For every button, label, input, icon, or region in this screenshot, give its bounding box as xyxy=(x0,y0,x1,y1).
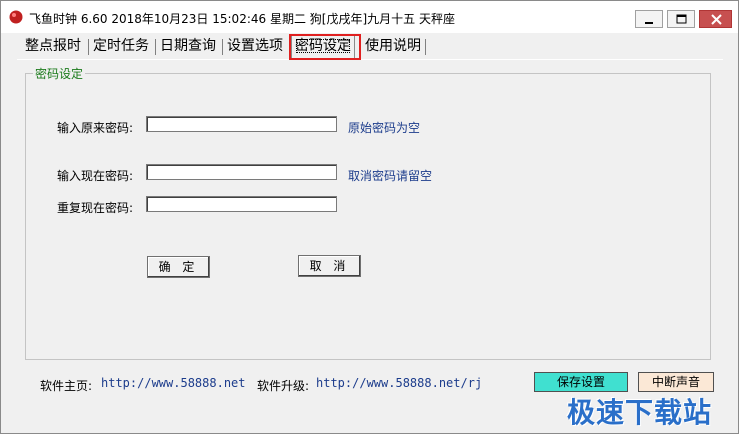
homepage-link[interactable]: http://www.58888.net xyxy=(101,376,246,390)
homepage-label: 软件主页: xyxy=(40,379,93,393)
new-password-label: 输入现在密码: xyxy=(57,169,134,183)
stop-sound-button[interactable]: 中断声音 xyxy=(638,372,714,392)
tab-separator xyxy=(155,39,156,55)
repeat-password-label: 重复现在密码: xyxy=(57,201,134,215)
tab-separator xyxy=(88,39,89,55)
repeat-password-input[interactable] xyxy=(146,196,337,212)
tab-separator xyxy=(222,39,223,55)
upgrade-label: 软件升级: xyxy=(257,379,310,393)
tab-date-query[interactable]: 日期查询 xyxy=(160,35,216,57)
save-settings-button[interactable]: 保存设置 xyxy=(534,372,628,392)
maximize-button[interactable] xyxy=(667,10,695,28)
maximize-icon xyxy=(676,14,687,24)
active-tab-highlight xyxy=(289,34,361,60)
minimize-icon xyxy=(645,22,653,24)
window-title: 飞鱼时钟 6.60 2018年10月23日 15:02:46 星期二 狗[戊戌年… xyxy=(29,12,455,26)
cancel-button[interactable]: 取 消 xyxy=(298,255,361,277)
new-password-input[interactable] xyxy=(146,164,337,180)
title-bar: 飞鱼时钟 6.60 2018年10月23日 15:02:46 星期二 狗[戊戌年… xyxy=(1,1,738,33)
minimize-button[interactable] xyxy=(635,10,663,28)
new-password-hint: 取消密码请留空 xyxy=(348,169,433,183)
tab-timed-tasks[interactable]: 定时任务 xyxy=(93,35,149,57)
password-group-title: 密码设定 xyxy=(33,65,86,82)
confirm-button[interactable]: 确 定 xyxy=(147,256,210,278)
original-password-label: 输入原来密码: xyxy=(57,121,134,135)
password-group-box xyxy=(25,73,711,360)
upgrade-link[interactable]: http://www.58888.net/rj xyxy=(316,376,482,390)
tab-separator xyxy=(425,39,426,55)
original-password-hint: 原始密码为空 xyxy=(348,121,421,135)
tab-hourly-chime[interactable]: 整点报时 xyxy=(25,35,81,57)
close-icon xyxy=(711,14,722,25)
tab-help[interactable]: 使用说明 xyxy=(365,35,421,57)
clock-app-icon xyxy=(9,10,23,24)
original-password-input[interactable] xyxy=(146,116,337,132)
close-button[interactable] xyxy=(699,10,732,28)
app-window: 飞鱼时钟 6.60 2018年10月23日 15:02:46 星期二 狗[戊戌年… xyxy=(0,0,739,434)
watermark-text: 极速下载站 xyxy=(567,396,713,429)
tab-settings[interactable]: 设置选项 xyxy=(227,35,283,57)
